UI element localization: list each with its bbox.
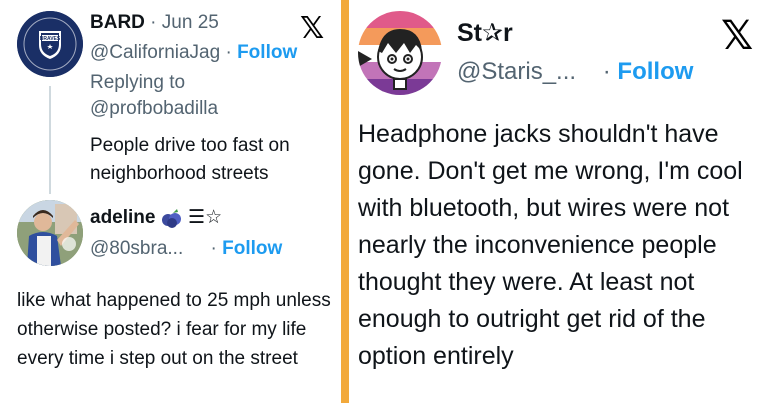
separator-dot: · (150, 12, 157, 33)
author-name[interactable]: BARD (90, 12, 145, 33)
author-line: adeline ☰☆ (90, 206, 222, 229)
braves-logo-icon: BRAVES (17, 11, 83, 77)
separator-dot: · (602, 58, 611, 85)
left-panel: BRAVES BARD · Jun 25 𝕏 @CaliforniaJag · … (0, 0, 341, 403)
follow-button[interactable]: Follow (237, 42, 297, 63)
right-panel: St✰r 𝕏 @Staris_... · Follow Headphone ja… (349, 0, 768, 403)
handle-line: @Staris_... · Follow (457, 58, 693, 86)
avatar-logo-text: BRAVES (40, 36, 61, 42)
x-logo-icon[interactable]: 𝕏 (721, 16, 753, 56)
author-handle[interactable]: @80sbra... (90, 238, 183, 259)
tweet-text: Headphone jacks shouldn't have gone. Don… (358, 120, 743, 370)
follow-button[interactable]: Follow (222, 238, 282, 259)
separator-dot: · (210, 238, 217, 259)
profile-illustration (358, 11, 442, 95)
panel-divider (341, 0, 349, 403)
tweet-date[interactable]: Jun 25 (162, 12, 219, 33)
profile-photo (17, 200, 83, 266)
author-handle[interactable]: @Staris_... (457, 58, 576, 85)
tweet-text: People drive too fast on neighborhood st… (90, 135, 290, 184)
blueberry-icon (161, 208, 183, 228)
author-name[interactable]: adeline (90, 207, 155, 228)
name-symbols: ☰☆ (188, 207, 223, 228)
replying-to-label: Replying to (90, 72, 186, 93)
separator-dot: · (225, 42, 232, 63)
author-handle[interactable]: @CaliforniaJag (90, 42, 220, 63)
avatar[interactable] (17, 200, 83, 266)
replying-to-handle[interactable]: @profbobadilla (90, 98, 218, 120)
thread-line (49, 86, 51, 194)
tweet-text: like what happened to 25 mph unless othe… (17, 290, 331, 369)
handle-line: @CaliforniaJag · Follow (90, 42, 297, 64)
handle-line: @80sbra... · Follow (90, 238, 282, 260)
x-logo-icon[interactable]: 𝕏 (300, 14, 324, 44)
author-name[interactable]: St✰r (457, 18, 513, 48)
follow-button[interactable]: Follow (617, 58, 693, 85)
avatar[interactable]: BRAVES (17, 11, 83, 77)
author-line: BARD · Jun 25 (90, 12, 219, 34)
avatar[interactable] (358, 11, 442, 95)
